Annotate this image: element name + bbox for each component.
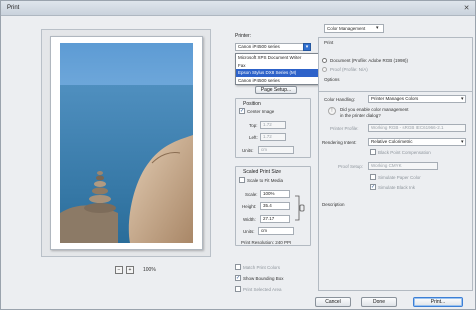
- units-label: Units:: [242, 148, 254, 153]
- match-print-colors-checkbox[interactable]: [235, 264, 241, 270]
- print-dialog: Print ✕ − + 100% Printer: Canon iP4500 s…: [0, 0, 476, 310]
- cancel-button[interactable]: Cancel: [315, 297, 351, 307]
- done-button[interactable]: Done: [361, 297, 397, 307]
- preview-photo[interactable]: [60, 43, 193, 243]
- print-button[interactable]: Print...: [413, 297, 463, 307]
- page-setup-button[interactable]: Page Setup...: [255, 86, 297, 94]
- height-input[interactable]: 35.4: [260, 202, 290, 210]
- printer-dropdown-menu: Microsoft XPS Document Writer Fax Epson …: [235, 53, 327, 85]
- black-point-checkbox[interactable]: [370, 149, 376, 155]
- proof-label: Proof (Profile: N/A): [330, 67, 368, 72]
- rendering-intent-chevron-icon[interactable]: ▾: [461, 139, 464, 145]
- simulate-paper-label: Simulate Paper Color: [378, 175, 421, 180]
- show-bounding-box-label: Show Bounding Box: [243, 276, 284, 281]
- options-box: [318, 91, 473, 291]
- color-handling-label: Color Handling:: [324, 97, 356, 102]
- printer-profile-label: Printer Profile:: [330, 126, 359, 131]
- menu-item-epson[interactable]: Epson Stylus DX8 Series (M): [236, 69, 326, 77]
- left-label: Left:: [249, 135, 258, 140]
- center-image-label: Center Image: [247, 109, 275, 114]
- scale-label: Scale:: [245, 192, 258, 197]
- zoom-percent: 100%: [143, 267, 156, 273]
- proof-radio[interactable]: [322, 67, 327, 72]
- panel-select-chevron-icon[interactable]: ▾: [376, 25, 379, 31]
- width-label: Width:: [243, 217, 256, 222]
- top-input[interactable]: 1.72: [260, 121, 286, 129]
- color-handling-select[interactable]: Printer Manages Colors: [368, 95, 466, 103]
- document-label: Document (Profile: Adobe RGB (1998)): [330, 58, 409, 63]
- printer-section-label: Printer:: [235, 33, 252, 39]
- proof-setup-select[interactable]: Working CMYK: [368, 162, 438, 170]
- color-management-pane: Color Management ▾ Print Document (Profi…: [318, 21, 473, 291]
- proof-setup-label: Proof Setup:: [338, 164, 364, 169]
- top-label: Top:: [249, 123, 258, 128]
- options-label: Options: [324, 77, 340, 82]
- match-print-colors-label: Match Print Colors: [243, 265, 281, 270]
- printer-profile-select[interactable]: Working RGB - sRGB IEC61966-2.1: [368, 124, 466, 132]
- position-units-select[interactable]: cm: [258, 146, 294, 154]
- chevron-down-icon[interactable]: ▾: [303, 43, 311, 51]
- description-label: Description: [322, 202, 345, 207]
- title-bar: Print ✕: [1, 1, 475, 16]
- warning-icon: !: [328, 107, 336, 115]
- color-warning-text: Did you enable color management in the p…: [340, 107, 409, 118]
- print-resolution: Print Resolution: 240 PPI: [241, 240, 292, 245]
- close-icon[interactable]: ✕: [462, 4, 471, 13]
- height-label: Height:: [242, 204, 257, 209]
- scale-input[interactable]: 100%: [260, 190, 290, 198]
- print-selected-area-label: Print Selected Area: [243, 287, 282, 292]
- panel-select[interactable]: Color Management: [324, 24, 384, 33]
- simulate-black-checkbox[interactable]: ✓: [370, 184, 376, 190]
- scaled-print-size-label: Scaled Print Size: [243, 169, 282, 175]
- preview-paper: [50, 36, 203, 250]
- show-bounding-box-checkbox[interactable]: ✓: [235, 275, 241, 281]
- simulate-black-label: Simulate Black Ink: [378, 185, 416, 190]
- link-bracket-icon[interactable]: [294, 194, 306, 222]
- left-input[interactable]: 1.72: [260, 133, 286, 141]
- center-image-checkbox[interactable]: ✓: [239, 108, 245, 114]
- black-point-label: Black Point Compensation: [378, 150, 431, 155]
- scale-to-fit-checkbox[interactable]: [239, 177, 245, 183]
- color-handling-chevron-icon[interactable]: ▾: [461, 96, 464, 102]
- width-input[interactable]: 27.17: [260, 215, 290, 223]
- zoom-out-icon[interactable]: −: [115, 266, 123, 274]
- menu-item-fax[interactable]: Fax: [236, 62, 326, 70]
- document-radio[interactable]: [322, 58, 327, 63]
- zoom-controls: − +: [115, 266, 134, 274]
- scaled-units-label: Units:: [243, 229, 255, 234]
- scaled-units-select[interactable]: cm: [258, 227, 294, 235]
- window-title: Print: [7, 5, 20, 11]
- position-label: Position: [243, 101, 261, 107]
- menu-item-xps[interactable]: Microsoft XPS Document Writer: [236, 54, 326, 62]
- zoom-in-icon[interactable]: +: [126, 266, 134, 274]
- print-preview-pane: [41, 29, 211, 257]
- scale-to-fit-label: Scale to Fit Media: [247, 178, 284, 183]
- printer-select[interactable]: Canon iP4500 series: [235, 43, 305, 51]
- rendering-intent-select[interactable]: Relative Colorimetric: [368, 138, 466, 146]
- rendering-intent-label: Rendering Intent:: [322, 140, 357, 145]
- print-selected-area-checkbox[interactable]: [235, 286, 241, 292]
- menu-item-canon[interactable]: Canon iP4500 series: [236, 77, 326, 85]
- print-label: Print: [324, 40, 334, 45]
- simulate-paper-checkbox[interactable]: [370, 174, 376, 180]
